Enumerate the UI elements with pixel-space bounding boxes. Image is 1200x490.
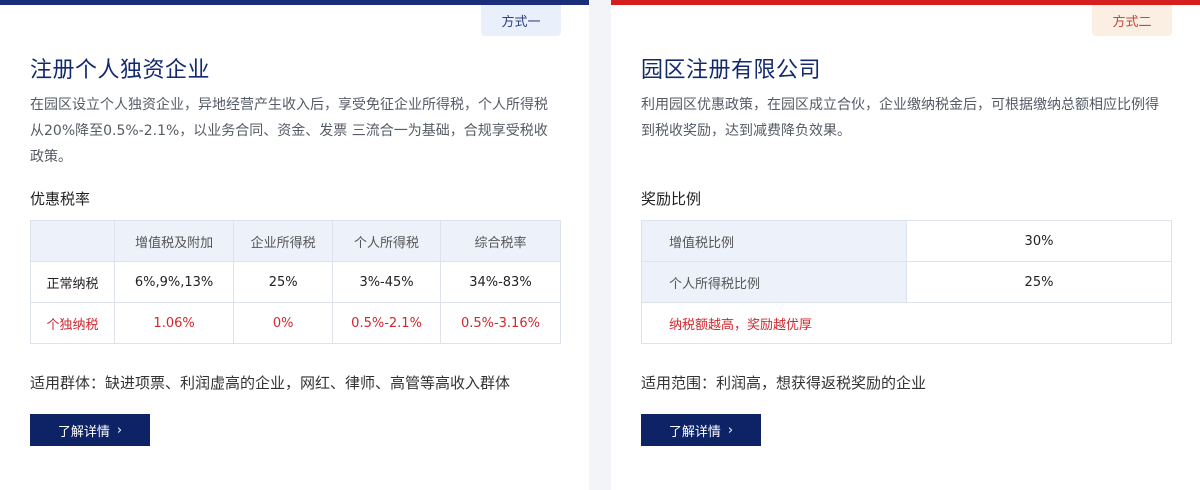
table-cell: 个人所得税比例: [641, 261, 907, 303]
learn-more-button[interactable]: 了解详情 ›: [30, 414, 150, 446]
table-header-cell: 综合税率: [439, 220, 562, 262]
card-title: 园区注册有限公司: [641, 58, 822, 83]
table-header-cell: 企业所得税: [233, 220, 334, 262]
table-row: 正常纳税 6%,9%,13% 25% 3%-45% 34%-83%: [30, 261, 562, 303]
table-cell: 0.5%-2.1%: [332, 302, 441, 344]
reward-ratio-table: 增值税比例 30% 个人所得税比例 25% 纳税额越高，奖励越优厚: [641, 220, 1172, 344]
table-header-cell: 增值税及附加: [113, 220, 235, 262]
table-cell: 25%: [233, 261, 334, 303]
option-two-card: 方式二 园区注册有限公司 利用园区优惠政策，在园区成立合伙，企业缴纳税金后，可根…: [611, 0, 1200, 490]
table-cell: 3%-45%: [332, 261, 441, 303]
card-description: 利用园区优惠政策，在园区成立合伙，企业缴纳税金后，可根据缴纳总额相应比例得到税收…: [641, 97, 1159, 139]
chevron-right-icon: ›: [727, 422, 734, 438]
option-badge: 方式二: [1092, 5, 1172, 36]
tax-rate-table: 增值税及附加 企业所得税 个人所得税 综合税率 正常纳税 6%,9%,13% 2…: [30, 220, 562, 344]
table-cell: 25%: [906, 261, 1172, 303]
section-label: 奖励比例: [641, 190, 702, 208]
table-row: 个人所得税比例 25%: [641, 261, 1172, 303]
table-header-cell: 个人所得税: [332, 220, 441, 262]
card-description: 在园区设立个人独资企业，异地经营产生收入后，享受免征企业所得税，个人所得税从20…: [30, 97, 548, 165]
card-title: 注册个人独资企业: [30, 58, 211, 83]
table-cell: 0.5%-3.16%: [439, 302, 562, 344]
applicable-scope-text: 适用范围：利润高，想获得返税奖励的企业: [641, 374, 927, 392]
table-header-row: 增值税及附加 企业所得税 个人所得税 综合税率: [30, 220, 562, 262]
table-cell: 个独纳税: [30, 302, 115, 344]
table-cell: 正常纳税: [30, 261, 115, 303]
option-one-card: 方式一 注册个人独资企业 在园区设立个人独资企业，异地经营产生收入后，享受免征企…: [0, 0, 589, 490]
table-cell: 增值税比例: [641, 220, 907, 262]
button-label: 了解详情: [668, 424, 721, 440]
section-label: 优惠税率: [30, 190, 91, 208]
table-row: 纳税额越高，奖励越优厚: [641, 302, 1172, 344]
learn-more-button[interactable]: 了解详情 ›: [641, 414, 761, 446]
option-badge: 方式一: [481, 5, 561, 36]
table-row: 增值税比例 30%: [641, 220, 1172, 262]
table-note: 纳税额越高，奖励越优厚: [641, 302, 1172, 344]
table-cell: 34%-83%: [439, 261, 562, 303]
button-label: 了解详情: [57, 424, 110, 440]
table-cell: 1.06%: [113, 302, 235, 344]
table-header-cell: [30, 220, 115, 262]
table-cell: 0%: [233, 302, 334, 344]
table-row: 个独纳税 1.06% 0% 0.5%-2.1% 0.5%-3.16%: [30, 302, 562, 344]
table-cell: 6%,9%,13%: [113, 261, 235, 303]
table-cell: 30%: [906, 220, 1172, 262]
applicable-group-text: 适用群体：缺进项票、利润虚高的企业，网红、律师、高管等高收入群体: [30, 374, 511, 392]
chevron-right-icon: ›: [116, 422, 123, 438]
